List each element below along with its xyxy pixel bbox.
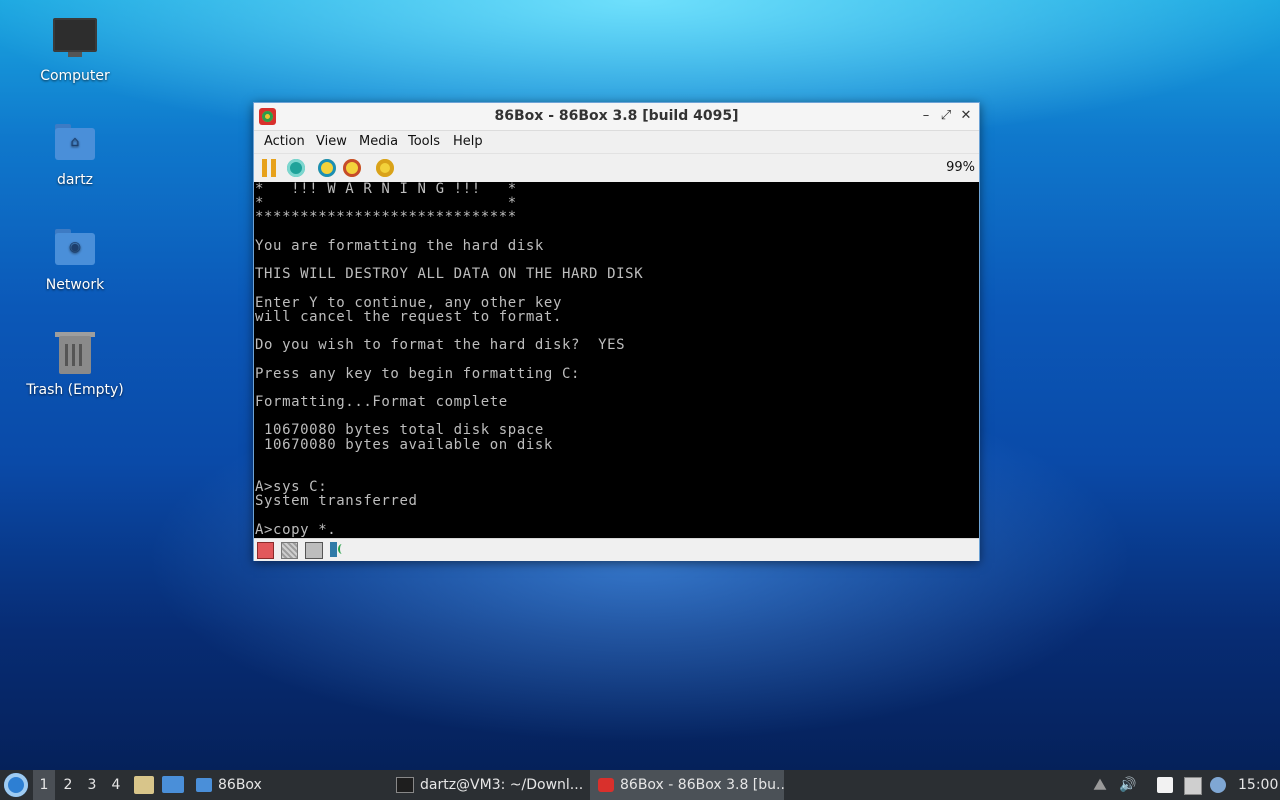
folder-icon — [196, 778, 212, 792]
desktop-icon-home-folder[interactable]: ⌂ dartz — [20, 122, 130, 188]
emulation-speed: 99% — [946, 160, 975, 175]
start-menu-icon[interactable] — [4, 773, 28, 797]
console-line: will cancel the request to format. — [255, 308, 562, 325]
tray-expand-icon[interactable] — [1093, 778, 1107, 790]
status-bar — [254, 538, 979, 561]
desktop: Computer ⌂ dartz ◉ Network Trash (Empty)… — [0, 0, 1280, 770]
terminal-icon — [396, 777, 414, 793]
clock: 15:00 — [1238, 777, 1279, 793]
desktop-icon-label: Trash (Empty) — [26, 382, 124, 398]
hard-disk-icon[interactable] — [257, 542, 274, 559]
folder-launcher-86box[interactable]: 86Box — [188, 770, 294, 800]
hard-reset-icon[interactable] — [287, 159, 305, 177]
settings-icon[interactable] — [376, 159, 394, 177]
trash-icon — [53, 332, 97, 376]
console-line: You are formatting the hard disk — [255, 237, 544, 254]
network-icon[interactable] — [1184, 777, 1202, 795]
console-line: Enter Y to continue, any other key — [255, 294, 562, 311]
console-line: THIS WILL DESTROY ALL DATA ON THE HARD D… — [255, 266, 644, 283]
86box-icon — [598, 778, 614, 792]
menu-view[interactable]: View — [316, 134, 347, 149]
console-line: System transferred — [255, 493, 418, 510]
desktop-icon-label: dartz — [56, 172, 94, 188]
computer-icon — [53, 18, 97, 62]
folder-launcher-label: 86Box — [218, 777, 262, 793]
window-title: 86Box - 86Box 3.8 [build 4095] — [494, 108, 739, 124]
app-window: 86Box - 86Box 3.8 [build 4095] – ⤢ ✕ Act… — [253, 102, 980, 561]
console-line: ***************************** — [255, 209, 517, 226]
taskbar: 1 2 3 4 86Box dartz@VM3: ~/Downl... 86Bo… — [0, 770, 1280, 800]
console-line: 10670080 bytes total disk space — [255, 422, 544, 439]
home-folder-icon: ⌂ — [53, 122, 97, 166]
file-manager-icon[interactable] — [134, 776, 154, 794]
show-desktop-icon[interactable] — [162, 776, 184, 793]
minimize-button[interactable]: – — [918, 108, 934, 124]
notifications-icon[interactable] — [1210, 777, 1226, 793]
desktop-icon-label: Network — [45, 277, 105, 293]
sound-icon[interactable] — [330, 542, 345, 557]
desktop-icon-computer[interactable]: Computer — [20, 18, 130, 84]
menu-help[interactable]: Help — [453, 134, 483, 149]
console-line: Formatting...Format complete — [255, 394, 508, 411]
workspace-4[interactable]: 4 — [105, 770, 127, 800]
menu-bar: Action View Media Tools Help — [254, 131, 979, 153]
pause-icon[interactable] — [262, 159, 276, 177]
toolbar: 99% — [254, 153, 979, 182]
desktop-icon-trash[interactable]: Trash (Empty) — [20, 332, 130, 398]
task-label: 86Box - 86Box 3.8 [bu... — [620, 777, 784, 793]
console-output: * !!! W A R N I N G !!! * * * ************… — [254, 182, 979, 537]
console-line: * * — [255, 195, 517, 212]
desktop-icon-network[interactable]: ◉ Network — [20, 227, 130, 293]
network-folder-icon: ◉ — [53, 227, 97, 271]
console-line: A>sys C: — [255, 479, 328, 496]
task-label: dartz@VM3: ~/Downl... — [420, 777, 584, 793]
emulator-screen[interactable]: * !!! W A R N I N G !!! * * * ************… — [254, 182, 979, 538]
clipboard-icon[interactable] — [1157, 777, 1173, 793]
console-line: 10670080 bytes available on disk — [255, 436, 553, 453]
menu-media[interactable]: Media — [359, 134, 398, 149]
workspace-2[interactable]: 2 — [57, 770, 79, 800]
console-line: Do you wish to format the hard disk? YES — [255, 337, 626, 354]
task-terminal[interactable]: dartz@VM3: ~/Downl... — [388, 770, 586, 800]
close-button[interactable]: ✕ — [958, 108, 974, 124]
network-card-icon[interactable] — [305, 542, 323, 559]
maximize-button[interactable]: ⤢ — [938, 108, 954, 124]
console-line: Press any key to begin formatting C: — [255, 365, 581, 382]
ctrl-alt-esc-icon[interactable] — [343, 159, 361, 177]
workspace-1[interactable]: 1 — [33, 770, 55, 800]
menu-action[interactable]: Action — [264, 134, 305, 149]
menu-tools[interactable]: Tools — [408, 134, 440, 149]
ctrl-alt-del-icon[interactable] — [318, 159, 336, 177]
console-line: * !!! W A R N I N G !!! * — [255, 182, 517, 197]
desktop-icon-label: Computer — [40, 68, 110, 84]
console-line: A>copy *. — [255, 521, 337, 538]
floppy-icon[interactable] — [281, 542, 298, 559]
task-86box[interactable]: 86Box - 86Box 3.8 [bu... — [590, 770, 784, 800]
title-bar[interactable]: 86Box - 86Box 3.8 [build 4095] – ⤢ ✕ — [254, 103, 979, 131]
workspace-3[interactable]: 3 — [81, 770, 103, 800]
volume-icon[interactable]: 🔊 — [1119, 777, 1136, 793]
